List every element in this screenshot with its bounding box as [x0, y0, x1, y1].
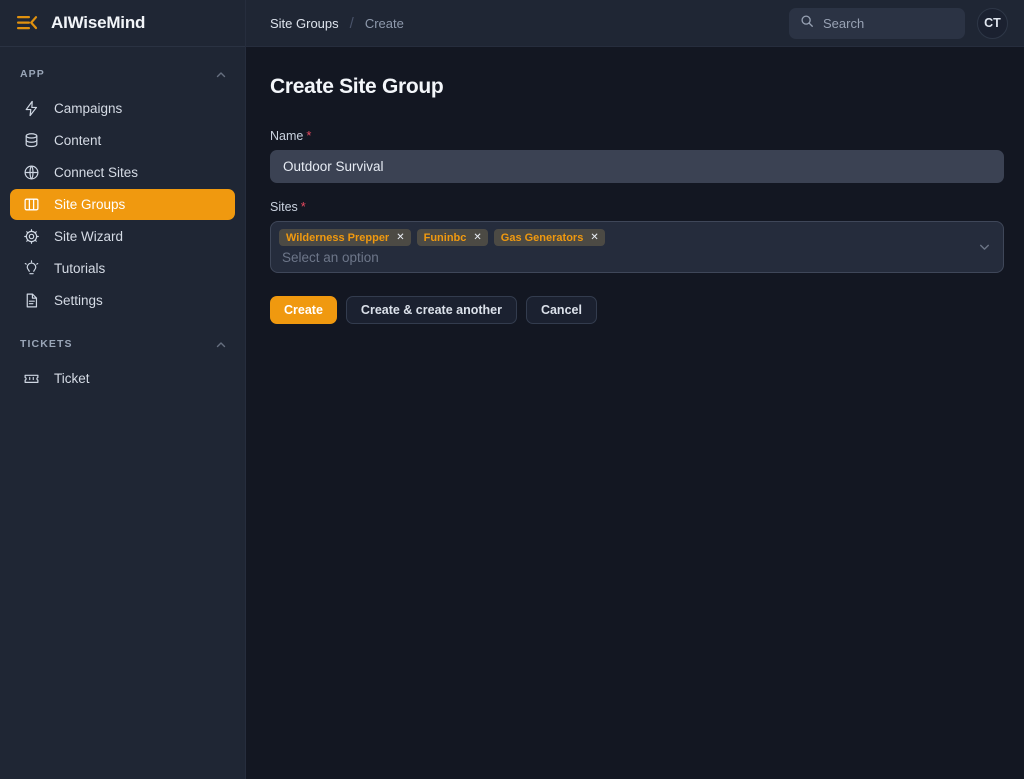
brand-name: AIWiseMind — [51, 13, 145, 33]
sites-label: Sites * — [270, 200, 1004, 214]
avatar[interactable]: CT — [977, 8, 1008, 39]
sidebar-item-label: Content — [54, 134, 101, 148]
main-area: Site Groups / Create Search CT — [246, 0, 1024, 779]
sidebar-item-label: Settings — [54, 294, 103, 308]
tag-item[interactable]: Funinbc ✕ — [417, 229, 488, 246]
form-actions: Create Create & create another Cancel — [270, 296, 1004, 324]
sidebar-section-app-title: APP — [20, 68, 45, 80]
sidebar-header: AIWiseMind — [0, 0, 245, 47]
sidebar-item-label: Campaigns — [54, 102, 122, 116]
collapse-sidebar-icon[interactable] — [16, 12, 38, 34]
sidebar-item-connect-sites[interactable]: Connect Sites — [10, 157, 235, 188]
columns-icon — [22, 196, 40, 214]
sidebar-item-site-wizard[interactable]: Site Wizard — [10, 221, 235, 252]
tag-label: Gas Generators — [501, 232, 584, 244]
sites-multiselect[interactable]: Wilderness Prepper ✕ Funinbc ✕ Gas Gener… — [270, 221, 1004, 273]
sites-field-group: Sites * Wilderness Prepper ✕ Funinbc ✕ — [270, 200, 1004, 273]
tag-item[interactable]: Gas Generators ✕ — [494, 229, 605, 246]
required-marker: * — [301, 200, 306, 213]
sidebar-section-tickets: TICKETS Ticket — [0, 317, 245, 395]
sidebar-section-tickets-title: TICKETS — [20, 338, 73, 350]
ticket-icon — [22, 370, 40, 388]
selected-tags: Wilderness Prepper ✕ Funinbc ✕ Gas Gener… — [279, 229, 969, 246]
breadcrumb-current: Create — [365, 16, 404, 31]
sidebar-section-app: APP Campaigns — [0, 47, 245, 317]
create-button[interactable]: Create — [270, 296, 337, 324]
chevron-up-icon[interactable] — [215, 338, 227, 350]
breadcrumb-separator: / — [350, 15, 354, 32]
sidebar-item-label: Site Wizard — [54, 230, 123, 244]
sidebar-section-app-header[interactable]: APP — [0, 61, 245, 87]
name-field-group: Name * — [270, 129, 1004, 183]
topbar-right: Search CT — [789, 8, 1008, 39]
sidebar-section-tickets-header[interactable]: TICKETS — [0, 331, 245, 357]
breadcrumb: Site Groups / Create — [270, 15, 404, 32]
lightning-bolt-icon — [22, 100, 40, 118]
chevron-down-icon[interactable] — [978, 241, 991, 254]
required-marker: * — [306, 129, 311, 142]
sidebar-item-content[interactable]: Content — [10, 125, 235, 156]
sidebar-nav-app: Campaigns Content — [0, 93, 245, 316]
lightbulb-icon — [22, 260, 40, 278]
globe-icon — [22, 164, 40, 182]
cancel-button[interactable]: Cancel — [526, 296, 597, 324]
sidebar-nav-tickets: Ticket — [0, 363, 245, 394]
gear-icon — [22, 228, 40, 246]
search-input[interactable]: Search — [789, 8, 965, 39]
tag-remove-icon[interactable]: ✕ — [396, 233, 404, 243]
breadcrumb-parent[interactable]: Site Groups — [270, 16, 339, 31]
create-and-create-another-button[interactable]: Create & create another — [346, 296, 517, 324]
sidebar-item-campaigns[interactable]: Campaigns — [10, 93, 235, 124]
sidebar-item-label: Ticket — [54, 372, 90, 386]
content-area: Create Site Group Name * Sites * — [246, 47, 1024, 779]
avatar-initials: CT — [984, 16, 1001, 30]
sidebar-item-tutorials[interactable]: Tutorials — [10, 253, 235, 284]
name-label: Name * — [270, 129, 1004, 143]
sidebar-item-ticket[interactable]: Ticket — [10, 363, 235, 394]
tag-remove-icon[interactable]: ✕ — [473, 233, 481, 243]
tag-label: Wilderness Prepper — [286, 232, 389, 244]
tag-remove-icon[interactable]: ✕ — [590, 233, 598, 243]
name-input[interactable] — [270, 150, 1004, 183]
app-root: AIWiseMind APP Cam — [0, 0, 1024, 779]
search-placeholder: Search — [823, 16, 864, 31]
sidebar-item-label: Connect Sites — [54, 166, 138, 180]
name-label-text: Name — [270, 129, 303, 143]
tag-item[interactable]: Wilderness Prepper ✕ — [279, 229, 411, 246]
search-icon — [800, 14, 814, 33]
sidebar-item-label: Site Groups — [54, 198, 125, 212]
sites-label-text: Sites — [270, 200, 298, 214]
sidebar: AIWiseMind APP Cam — [0, 0, 246, 779]
sites-placeholder[interactable]: Select an option — [279, 249, 969, 266]
document-icon — [22, 292, 40, 310]
chevron-up-icon[interactable] — [215, 68, 227, 80]
tag-label: Funinbc — [424, 232, 467, 244]
database-icon — [22, 132, 40, 150]
topbar: Site Groups / Create Search CT — [246, 0, 1024, 47]
sidebar-item-site-groups[interactable]: Site Groups — [10, 189, 235, 220]
sidebar-item-label: Tutorials — [54, 262, 105, 276]
page-title: Create Site Group — [270, 75, 1004, 99]
sidebar-item-settings[interactable]: Settings — [10, 285, 235, 316]
